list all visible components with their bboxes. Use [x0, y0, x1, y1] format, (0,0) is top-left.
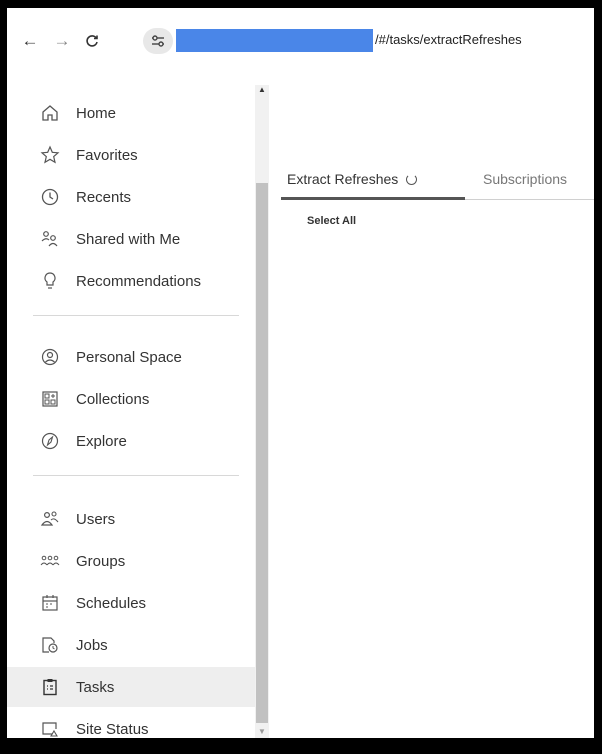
scrollbar-thumb[interactable] [256, 183, 268, 723]
sidebar-item-label: Users [76, 510, 116, 528]
sidebar-item-tasks[interactable]: Tasks [7, 667, 255, 707]
lightbulb-icon [44, 272, 56, 289]
jobs-icon [42, 637, 58, 653]
screenshot-frame: ← → /#/tasks/extractRefreshes Home Favor… [0, 0, 602, 754]
sidebar-item-recommendations[interactable]: Recommendations [7, 261, 255, 301]
browser-toolbar: ← → /#/tasks/extractRefreshes [7, 8, 594, 85]
redacted-domain [176, 29, 373, 52]
person-circle-icon [41, 348, 59, 366]
sidebar-item-label: Home [76, 104, 117, 122]
sidebar-item-users[interactable]: Users [7, 499, 255, 539]
browser-window: ← → /#/tasks/extractRefreshes Home Favor… [7, 8, 594, 738]
home-icon [42, 105, 58, 121]
sidebar-item-label: Favorites [76, 146, 138, 164]
compass-icon [41, 432, 59, 450]
sidebar-item-jobs[interactable]: Jobs [7, 625, 255, 665]
sidebar-item-label: Tasks [76, 678, 115, 696]
sidebar-item-home[interactable]: Home [7, 93, 255, 133]
sidebar-item-label: Jobs [76, 636, 108, 654]
sidebar-item-label: Recommendations [76, 272, 202, 290]
star-icon [40, 145, 60, 164]
sidebar-scrollbar[interactable]: ▲ ▼ [255, 85, 269, 738]
sidebar-item-schedules[interactable]: Schedules [7, 583, 255, 623]
tab-extract-refreshes[interactable]: Extract Refreshes [287, 171, 418, 197]
tune-icon[interactable] [143, 28, 173, 54]
sidebar-item-label: Groups [76, 552, 126, 570]
select-all-link[interactable]: Select All [307, 215, 356, 227]
sidebar-item-label: Explore [76, 432, 127, 450]
scroll-down-arrow-icon[interactable]: ▼ [258, 727, 266, 736]
sidebar-nav: Home Favorites Recents Shared with Me Re… [7, 85, 255, 738]
sidebar-item-site-status[interactable]: Site Status [7, 709, 255, 738]
sidebar-item-explore[interactable]: Explore [7, 421, 255, 461]
site-status-icon [42, 722, 58, 737]
sidebar-item-label: Recents [76, 188, 132, 206]
reload-icon[interactable] [81, 30, 103, 52]
users-icon [40, 511, 59, 526]
sidebar-divider [33, 475, 239, 476]
clipboard-icon [43, 679, 57, 696]
sidebar-item-shared-with-me[interactable]: Shared with Me [7, 219, 255, 259]
sidebar-item-groups[interactable]: Groups [7, 541, 255, 581]
sidebar-item-label: Schedules [76, 594, 147, 612]
arrow-left-icon[interactable]: ← [19, 30, 41, 52]
arrow-right-icon[interactable]: → [51, 30, 73, 52]
loading-spinner-icon [406, 174, 418, 185]
sidebar-item-recents[interactable]: Recents [7, 177, 255, 217]
tab-subscriptions[interactable]: Subscriptions [483, 171, 567, 197]
main-content: Extract Refreshes Subscriptions Select A… [269, 85, 594, 738]
sidebar-item-collections[interactable]: Collections [7, 379, 255, 419]
sidebar-item-favorites[interactable]: Favorites [7, 135, 255, 175]
scroll-up-arrow-icon[interactable]: ▲ [258, 85, 266, 94]
groups-icon [40, 555, 60, 566]
tab-label: Subscriptions [483, 171, 568, 187]
sidebar-divider [33, 315, 239, 316]
grid-plus-icon [42, 391, 58, 407]
tab-label: Extract Refreshes [287, 171, 399, 187]
sidebar-item-label: Personal Space [76, 348, 182, 366]
sidebar-item-label: Shared with Me [76, 230, 181, 248]
sidebar-item-label: Site Status [76, 720, 149, 738]
active-tab-indicator [281, 197, 465, 200]
address-bar-url[interactable]: /#/tasks/extractRefreshes [375, 32, 522, 47]
sidebar-item-label: Collections [76, 390, 150, 408]
shared-icon [41, 231, 58, 247]
clock-icon [41, 188, 59, 206]
calendar-icon [42, 595, 58, 611]
sidebar-item-personal-space[interactable]: Personal Space [7, 337, 255, 377]
